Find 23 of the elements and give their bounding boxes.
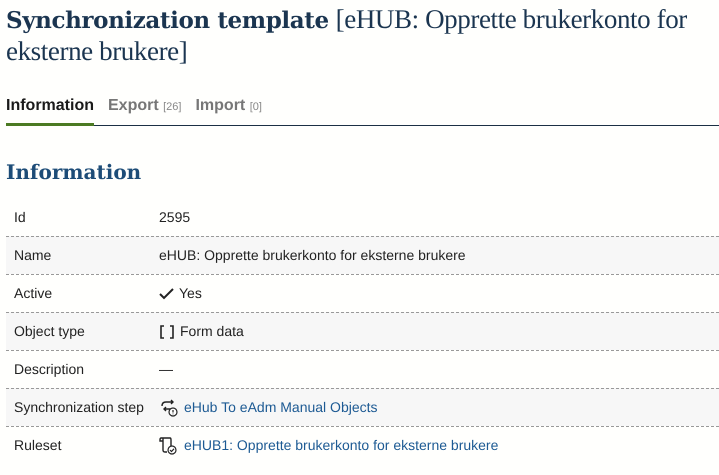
scroll-icon [159, 436, 179, 454]
field-link[interactable]: eHub To eAdm Manual Objects [184, 397, 378, 418]
field-value: eHUB: Opprette brukerkonto for eksterne brukere [159, 246, 466, 265]
field-label: Active [13, 284, 54, 303]
field-value: Form data [180, 322, 244, 341]
section-heading: Information [6, 160, 142, 184]
field-label: Id [13, 208, 27, 226]
field-label: Ruleset [13, 436, 62, 455]
tab[interactable]: Information [6, 94, 94, 126]
field-value: 2595 [159, 208, 190, 226]
brackets-icon [159, 324, 175, 338]
page-title: Synchronization template [eHUB: Opprette brukerkonto for eksterne brukere] [6, 4, 688, 68]
field-label: Object type [13, 322, 86, 341]
tab[interactable]: Export [26] [108, 94, 182, 126]
field-value: Yes [179, 284, 202, 303]
tab[interactable]: Import [0] [195, 94, 262, 126]
field-label: Description [13, 360, 86, 379]
field-value: — [159, 360, 173, 379]
field-label: Synchronization step [13, 398, 145, 417]
field-link[interactable]: eHUB1: Opprette brukerkonto for eksterne brukere [184, 435, 498, 456]
sync-icon [159, 398, 179, 416]
check-icon [159, 288, 174, 300]
field-label: Name [13, 246, 52, 265]
